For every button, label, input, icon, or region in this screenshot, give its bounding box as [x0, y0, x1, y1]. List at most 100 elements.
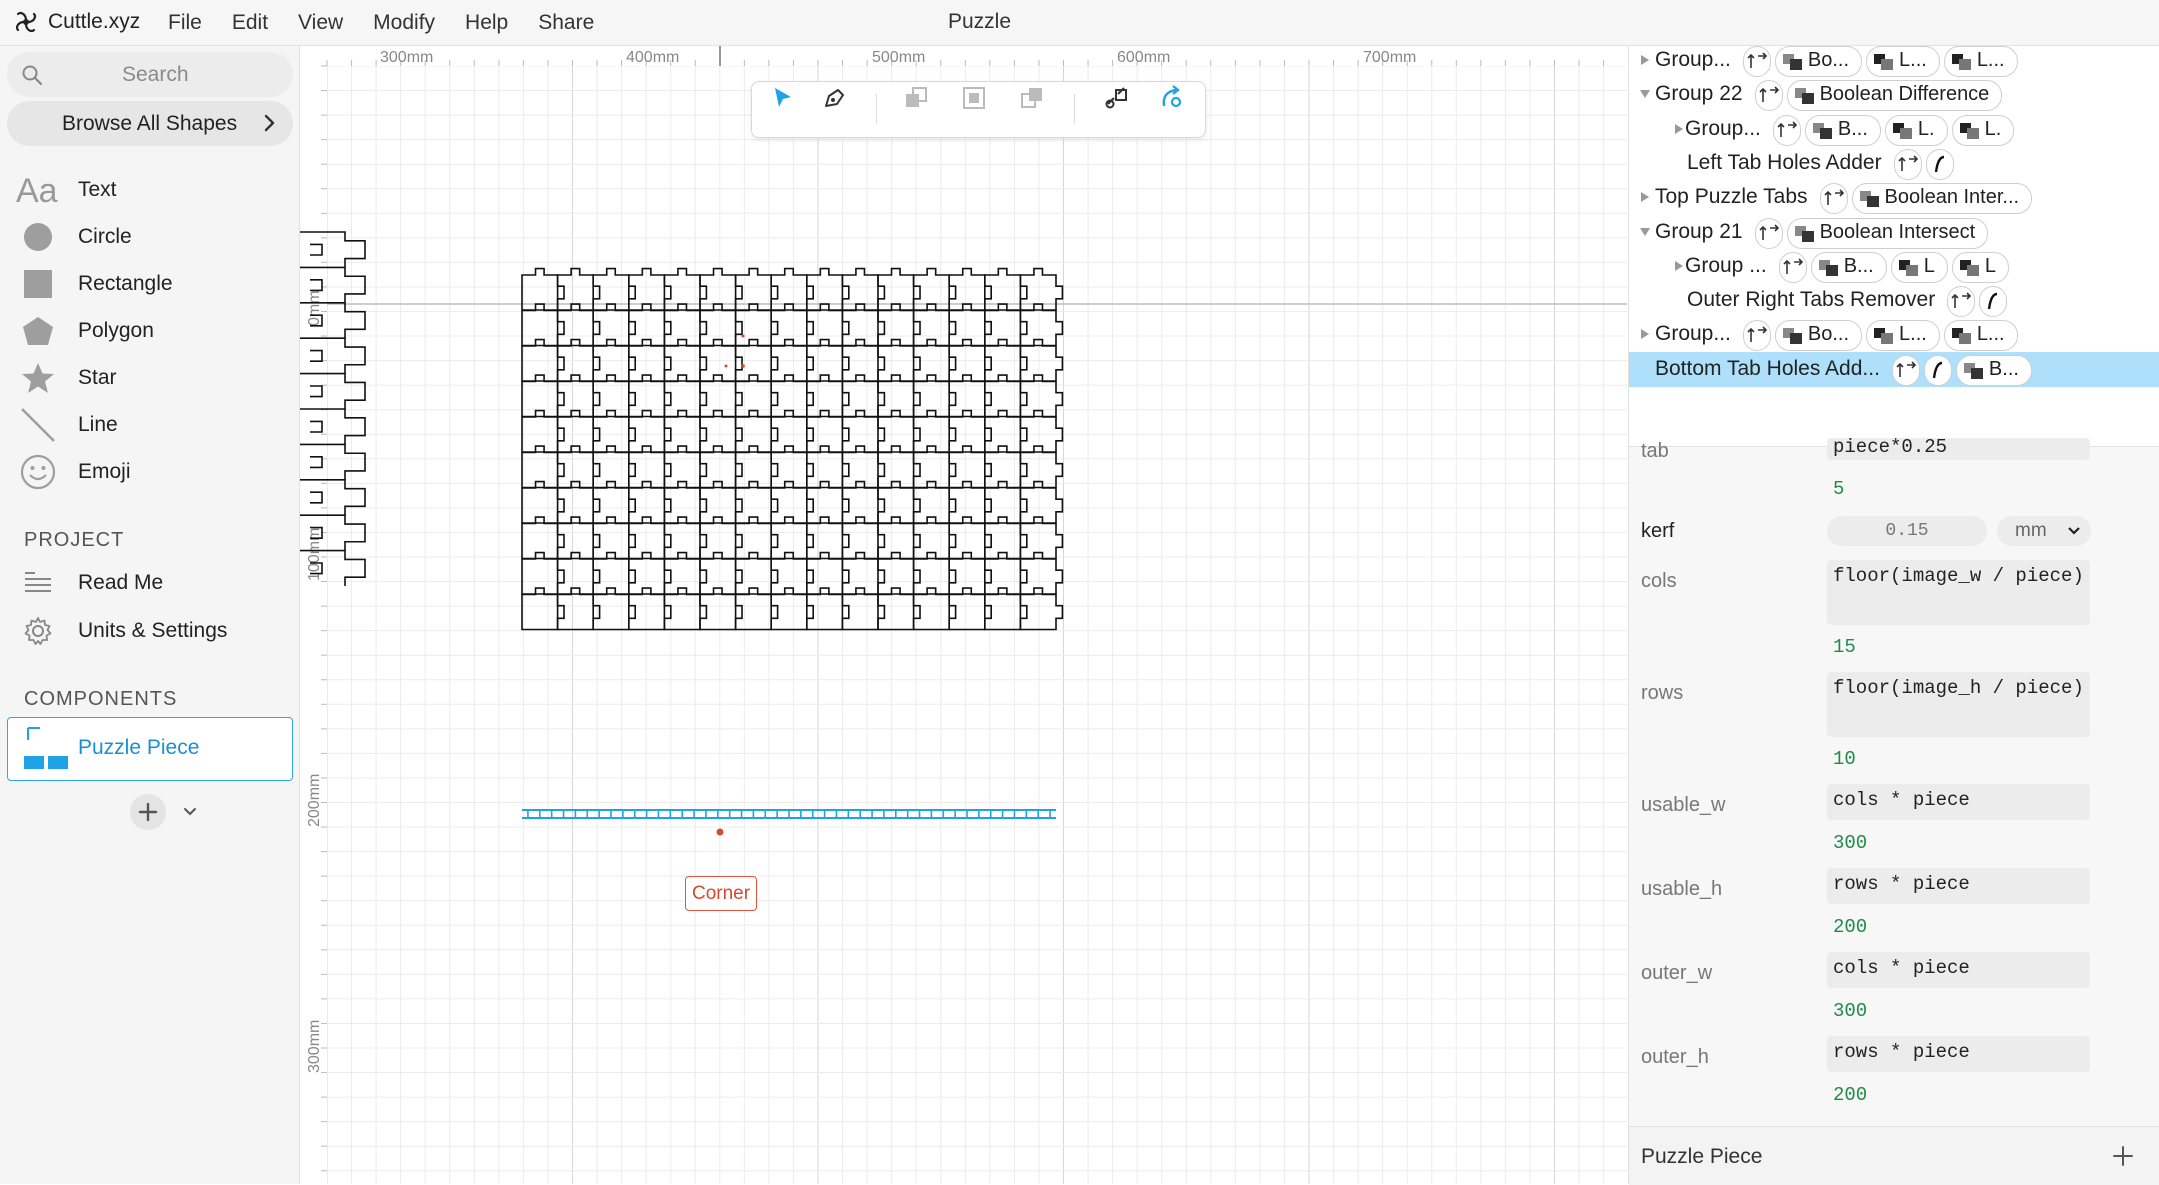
select-arrow-icon[interactable] — [766, 82, 798, 114]
document-title[interactable]: Puzzle — [948, 10, 1011, 34]
add-component-button[interactable] — [130, 794, 166, 830]
menu-modify[interactable]: Modify — [373, 11, 435, 35]
layer-icon — [1959, 122, 1979, 139]
layer-chip[interactable]: L... — [1866, 320, 1940, 352]
script-modifier-chip[interactable] — [1923, 354, 1952, 386]
shape-item-circle[interactable]: Circle — [0, 215, 299, 259]
menu-edit[interactable]: Edit — [232, 11, 268, 35]
boolean-modifier-chip[interactable]: B... — [1804, 114, 1881, 146]
layer-chip[interactable]: L — [1890, 251, 1948, 283]
search-input[interactable]: Search — [7, 52, 293, 97]
param-expr-cols[interactable]: floor(image_w / piece) — [1827, 560, 2090, 625]
bring-backward-icon[interactable] — [900, 82, 932, 114]
unit-value: mm — [2015, 520, 2047, 541]
caret-right-icon[interactable] — [1639, 54, 1651, 66]
caret-right-icon[interactable] — [1639, 191, 1651, 203]
transform-chip[interactable] — [1947, 286, 1976, 318]
tree-row[interactable]: Group 21 Boolean Intersect — [1629, 215, 2159, 250]
boolean-modifier-chip[interactable]: Boolean Difference — [1786, 80, 2003, 112]
unit-select[interactable]: mm — [1997, 516, 2091, 546]
boolean-modifier-chip[interactable]: Boolean Inter... — [1851, 183, 2033, 215]
transform-chip[interactable] — [1742, 320, 1771, 352]
tree-row[interactable]: Bottom Tab Holes Add... B... — [1629, 351, 2159, 387]
canvas-drawing[interactable]: 300mm 400mm 500mm 600mm 700mm 0mm 100mm … — [300, 46, 1627, 1184]
shape-item-text[interactable]: Aa Text — [0, 168, 299, 212]
boolean-modifier-chip[interactable]: Bo... — [1774, 320, 1863, 352]
tree-row[interactable]: Top Puzzle Tabs Boolean Inter... — [1629, 180, 2159, 215]
menu-help[interactable]: Help — [465, 11, 508, 35]
design-canvas[interactable]: 300mm 400mm 500mm 600mm 700mm 0mm 100mm … — [300, 46, 1627, 1184]
caret-down-icon[interactable] — [1639, 88, 1651, 100]
caret-right-icon[interactable] — [1673, 123, 1685, 135]
transform-chip[interactable] — [1772, 114, 1801, 146]
chip-label: B... — [1988, 357, 2019, 380]
boolean-modifier-chip[interactable]: B... — [1810, 251, 1887, 283]
shape-item-polygon[interactable]: Polygon — [0, 309, 299, 353]
shape-item-emoji[interactable]: Emoji — [0, 450, 299, 494]
shape-item-line[interactable]: Line — [0, 403, 299, 447]
boolean-modifier-chip[interactable]: Bo... — [1774, 46, 1863, 77]
ruler-top-400mm: 400mm — [626, 49, 679, 66]
param-expr-usable-w[interactable]: cols * piece — [1827, 784, 2090, 820]
rotate-tool-icon[interactable] — [1156, 82, 1188, 114]
link-icon[interactable] — [1100, 82, 1132, 114]
transform-chip[interactable] — [1893, 148, 1922, 180]
param-label-usable-h: usable_h — [1641, 878, 1723, 900]
tree-row[interactable]: Group... Bo... L... L... — [1629, 43, 2159, 78]
project-item-units-settings[interactable]: Units & Settings — [0, 609, 299, 653]
plus-icon[interactable] — [2112, 1145, 2134, 1167]
chevron-down-icon[interactable] — [182, 804, 198, 820]
menu-share[interactable]: Share — [538, 11, 594, 35]
tree-row[interactable]: Group ... B... L L — [1629, 249, 2159, 284]
group-icon[interactable] — [958, 82, 990, 114]
tree-row[interactable]: Left Tab Holes Adder — [1629, 146, 2159, 181]
caret-right-icon[interactable] — [1673, 260, 1685, 272]
layer-chip[interactable]: L — [1951, 251, 2009, 283]
component-card-puzzle-piece[interactable]: Puzzle Piece — [7, 717, 293, 781]
tree-row[interactable]: Outer Right Tabs Remover — [1629, 283, 2159, 318]
kerf-input[interactable]: 0.15 — [1827, 516, 1987, 546]
boolean-modifier-chip[interactable]: Boolean Intersect — [1786, 217, 1989, 249]
script-modifier-chip[interactable] — [1925, 148, 1954, 180]
param-value-cols: 15 — [1833, 636, 1856, 658]
puzzle-grid[interactable] — [521, 267, 1064, 631]
layer-chip[interactable]: L... — [1943, 320, 2018, 352]
param-expr-outer-w[interactable]: cols * piece — [1827, 952, 2090, 988]
app-logo[interactable]: Cuttle.xyz — [12, 8, 140, 36]
param-label-outer-w: outer_w — [1641, 962, 1713, 984]
transform-chip[interactable] — [1778, 251, 1807, 283]
corner-label: Corner — [685, 876, 758, 911]
param-expr-outer-h[interactable]: rows * piece — [1827, 1036, 2090, 1072]
pen-icon[interactable] — [818, 82, 850, 114]
shape-item-star[interactable]: Star — [0, 356, 299, 400]
chip-label: Boolean Inter... — [1884, 186, 2020, 209]
transform-chip[interactable] — [1891, 354, 1920, 386]
layer-chip[interactable]: L. — [1951, 114, 2015, 146]
boolean-icon — [1859, 191, 1879, 208]
param-expr-rows[interactable]: floor(image_h / piece) — [1827, 672, 2090, 737]
boolean-modifier-chip[interactable]: B... — [1955, 354, 2032, 386]
corner-point[interactable] — [716, 828, 724, 836]
menu-view[interactable]: View — [298, 11, 343, 35]
transform-chip[interactable] — [1754, 217, 1783, 249]
param-expr-usable-h[interactable]: rows * piece — [1827, 868, 2090, 904]
transform-chip[interactable] — [1742, 46, 1771, 77]
transform-chip[interactable] — [1754, 80, 1783, 112]
project-item-read-me[interactable]: Read Me — [0, 561, 299, 605]
script-modifier-chip[interactable] — [1979, 286, 2008, 318]
bring-forward-icon[interactable] — [1016, 82, 1048, 114]
tree-row[interactable]: Group 22 Boolean Difference — [1629, 77, 2159, 112]
selected-bottom-tab-holes[interactable] — [522, 809, 1056, 819]
tree-row[interactable]: Group... B... L. L. — [1629, 112, 2159, 147]
transform-chip[interactable] — [1819, 183, 1848, 215]
layer-chip[interactable]: L... — [1943, 46, 2018, 77]
browse-all-shapes-button[interactable]: Browse All Shapes — [7, 101, 293, 146]
param-expr-tab[interactable]: piece*0.25 — [1827, 438, 2090, 460]
layer-chip[interactable]: L... — [1866, 46, 1940, 77]
tree-row[interactable]: Group... Bo... L... L... — [1629, 317, 2159, 352]
layer-chip[interactable]: L. — [1884, 114, 1948, 146]
menu-file[interactable]: File — [168, 11, 202, 35]
caret-down-icon[interactable] — [1639, 226, 1651, 238]
shape-item-rectangle[interactable]: Rectangle — [0, 262, 299, 306]
caret-right-icon[interactable] — [1639, 328, 1651, 340]
